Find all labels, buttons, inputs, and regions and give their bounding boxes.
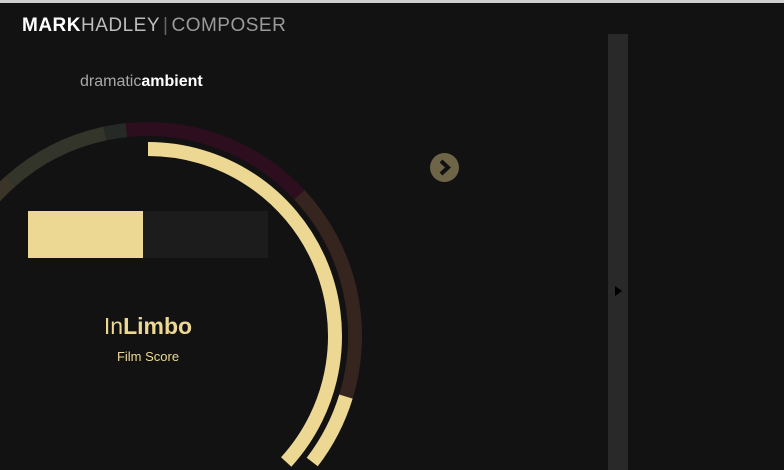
ring-segment [6, 126, 107, 187]
chevron-right-icon [439, 159, 451, 176]
ring-segment [0, 175, 16, 202]
side-panel-toggle[interactable] [608, 34, 628, 470]
outer-ring-segments [0, 122, 362, 467]
track-title-bold: Limbo [123, 313, 193, 339]
next-track-button[interactable] [430, 153, 459, 182]
playback-progress-bar[interactable] [28, 211, 268, 258]
triangle-right-icon [615, 286, 622, 296]
track-title-light: In [103, 313, 124, 339]
track-title: InLimbo [48, 313, 248, 340]
track-subtitle: Film Score [116, 349, 180, 364]
playback-progress-fill [28, 211, 144, 258]
ring-segment [103, 123, 128, 141]
